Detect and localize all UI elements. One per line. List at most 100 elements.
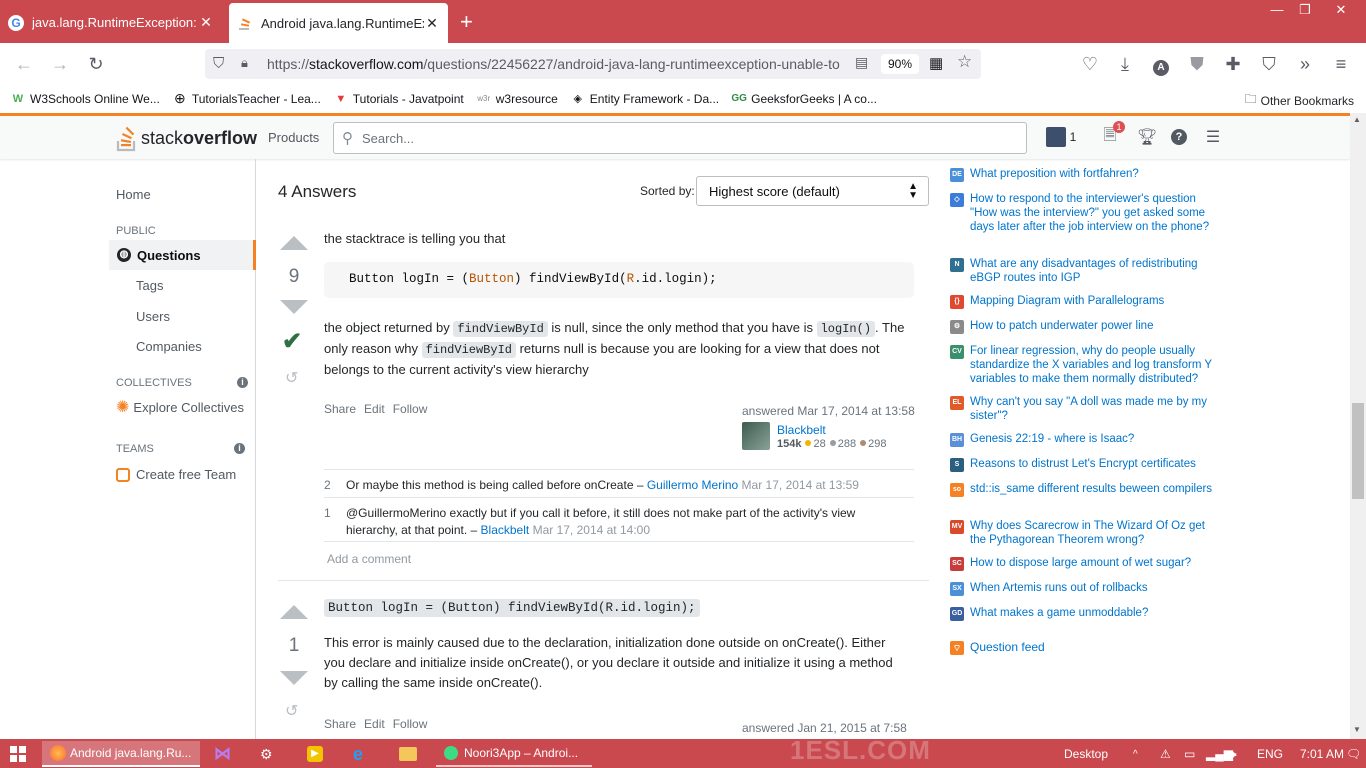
- bookmark-geeksforgeeks[interactable]: GG GeeksforGeeks | A co...: [731, 91, 877, 107]
- achievements-icon[interactable]: 🏆︎: [1136, 126, 1158, 148]
- new-tab-button[interactable]: +: [460, 9, 473, 35]
- user-link[interactable]: Blackbelt: [777, 423, 826, 437]
- app-icon[interactable]: ⚙: [260, 741, 282, 767]
- edit-link[interactable]: Edit: [364, 717, 385, 731]
- comment-user-link[interactable]: Guillermo Merino: [647, 478, 738, 492]
- reload-icon[interactable]: ↻: [84, 52, 108, 76]
- qr-code-icon[interactable]: ▦: [929, 54, 943, 72]
- maximize-button[interactable]: ❐: [1290, 0, 1320, 22]
- nav-home[interactable]: Home: [116, 187, 151, 202]
- browser-tab-google[interactable]: G java.lang.RuntimeException: Un ✕: [0, 4, 222, 41]
- shield-icon[interactable]: ⛉: [213, 55, 224, 72]
- back-icon[interactable]: ←: [12, 52, 36, 76]
- comment-date[interactable]: Mar 17, 2014 at 13:59: [742, 478, 859, 492]
- bookmark-javatpoint[interactable]: ▼ Tutorials - Javatpoint: [333, 91, 463, 107]
- visual-studio-icon[interactable]: ⋈: [214, 741, 236, 767]
- site-icon: so: [950, 483, 964, 497]
- follow-link[interactable]: Follow: [393, 717, 428, 731]
- logo-text: stack: [141, 127, 184, 148]
- add-comment-link[interactable]: Add a comment: [327, 552, 411, 566]
- bookmark-w3schools[interactable]: W W3Schools Online We...: [10, 91, 160, 107]
- browser-tab-stackoverflow[interactable]: Android java.lang.RuntimeExcep ✕: [229, 3, 448, 43]
- share-link[interactable]: Share: [324, 717, 356, 731]
- search-input[interactable]: ⚲ Search...: [333, 122, 1027, 154]
- history-icon[interactable]: ↺: [285, 368, 298, 388]
- windows-start-icon[interactable]: [10, 741, 32, 767]
- post-menu: Share Edit Follow: [324, 402, 427, 416]
- answer-body: the object returned by findViewById is n…: [324, 320, 905, 377]
- extension-icon[interactable]: ✚: [1221, 52, 1245, 76]
- internet-explorer-icon[interactable]: e: [353, 741, 375, 767]
- nav-explore-collectives[interactable]: ✺ Explore Collectives: [116, 397, 244, 417]
- taskbar-firefox[interactable]: Android java.lang.Ru...: [42, 741, 200, 767]
- scroll-thumb[interactable]: [1352, 403, 1364, 499]
- divider: [324, 541, 914, 542]
- info-icon[interactable]: i: [237, 377, 248, 388]
- bookmark-w3resource[interactable]: w3r w3resource: [476, 91, 557, 107]
- clock[interactable]: 7:01 AM: [1300, 741, 1344, 767]
- bookmark-star-icon[interactable]: ☆: [957, 52, 972, 72]
- notifications-icon[interactable]: 🗨︎: [1346, 741, 1361, 767]
- products-link[interactable]: Products: [268, 130, 319, 145]
- desktop-toolbar[interactable]: Desktop: [1064, 741, 1108, 767]
- overflow-menu-icon[interactable]: »: [1293, 52, 1317, 76]
- info-icon[interactable]: i: [234, 443, 245, 454]
- follow-link[interactable]: Follow: [393, 402, 428, 416]
- upvote-button[interactable]: [280, 236, 308, 250]
- inbox-icon[interactable]: 🗏︎ 1: [1099, 121, 1125, 148]
- url-text[interactable]: https://stackoverflow.com/questions/2245…: [267, 56, 847, 72]
- lock-icon[interactable]: 🔒︎: [241, 55, 248, 71]
- file-explorer-icon[interactable]: [399, 741, 421, 767]
- upvote-button[interactable]: [280, 605, 308, 619]
- language-indicator[interactable]: ENG: [1257, 741, 1283, 767]
- battery-icon[interactable]: ▭: [1184, 741, 1195, 767]
- network-warning-icon[interactable]: ⚠: [1160, 741, 1171, 767]
- user-avatar[interactable]: [742, 422, 770, 450]
- downvote-button[interactable]: [280, 300, 308, 314]
- zoom-level[interactable]: 90%: [881, 54, 919, 74]
- shield-extension-icon[interactable]: ⛊: [1185, 52, 1209, 76]
- downloads-icon[interactable]: ⤓: [1113, 52, 1137, 76]
- history-icon[interactable]: ↺: [285, 701, 298, 721]
- site-switcher-icon[interactable]: ☰: [1202, 126, 1224, 148]
- bookmark-tutorialsteacher[interactable]: ⊕ TutorialsTeacher - Lea...: [172, 90, 321, 107]
- account-icon[interactable]: A: [1149, 52, 1173, 76]
- nav-create-team[interactable]: Create free Team: [116, 467, 236, 482]
- nav-users[interactable]: Users: [136, 309, 170, 324]
- stackoverflow-logo[interactable]: stack overflow: [116, 124, 257, 152]
- media-player-icon[interactable]: ▶: [307, 741, 329, 767]
- nav-tags[interactable]: Tags: [136, 278, 163, 293]
- avatar[interactable]: [1045, 126, 1067, 148]
- scroll-down-icon[interactable]: ▼: [1353, 725, 1361, 734]
- scroll-up-icon[interactable]: ▲: [1353, 115, 1361, 124]
- sort-select[interactable]: Highest score (default) ▲ ▼: [696, 176, 929, 206]
- forward-icon[interactable]: →: [48, 52, 72, 76]
- close-tab-icon[interactable]: ✕: [424, 15, 440, 32]
- reader-view-icon[interactable]: ▤: [855, 54, 868, 71]
- show-hidden-icons[interactable]: ^: [1133, 741, 1138, 767]
- close-tab-icon[interactable]: ✕: [198, 14, 214, 31]
- comment-date[interactable]: Mar 17, 2014 at 14:00: [533, 523, 650, 537]
- page-scrollbar[interactable]: ▲ ▼: [1350, 113, 1366, 739]
- answers-count-heading: 4 Answers: [278, 182, 357, 201]
- comment-score: 1: [324, 506, 331, 520]
- edit-link[interactable]: Edit: [364, 402, 385, 416]
- url-bar[interactable]: ⛉ 🔒︎ https://stackoverflow.com/questions…: [205, 49, 981, 79]
- nav-companies[interactable]: Companies: [136, 339, 202, 354]
- answer-body: This error is mainly caused due to the d…: [324, 635, 893, 690]
- other-bookmarks[interactable]: 🗀︎ Other Bookmarks: [1245, 90, 1354, 111]
- close-window-button[interactable]: ✕: [1326, 0, 1356, 22]
- pocket-icon[interactable]: ♡: [1078, 52, 1102, 76]
- downvote-button[interactable]: [280, 671, 308, 685]
- taskbar-android-studio[interactable]: Noori3App – Androi...: [436, 741, 592, 767]
- site-icon: {}: [950, 295, 964, 309]
- comment-user-link[interactable]: Blackbelt: [481, 523, 530, 537]
- bookmark-entity-framework[interactable]: ◈ Entity Framework - Da...: [570, 91, 720, 107]
- share-link[interactable]: Share: [324, 402, 356, 416]
- help-icon[interactable]: ?: [1168, 126, 1190, 148]
- nav-questions[interactable]: ◍ Questions: [109, 240, 256, 270]
- hamburger-menu-icon[interactable]: ≡: [1329, 52, 1353, 76]
- adblock-icon[interactable]: ⛉: [1257, 52, 1281, 76]
- minimize-button[interactable]: —: [1262, 0, 1292, 22]
- volume-icon[interactable]: 🕪︎: [1229, 741, 1237, 767]
